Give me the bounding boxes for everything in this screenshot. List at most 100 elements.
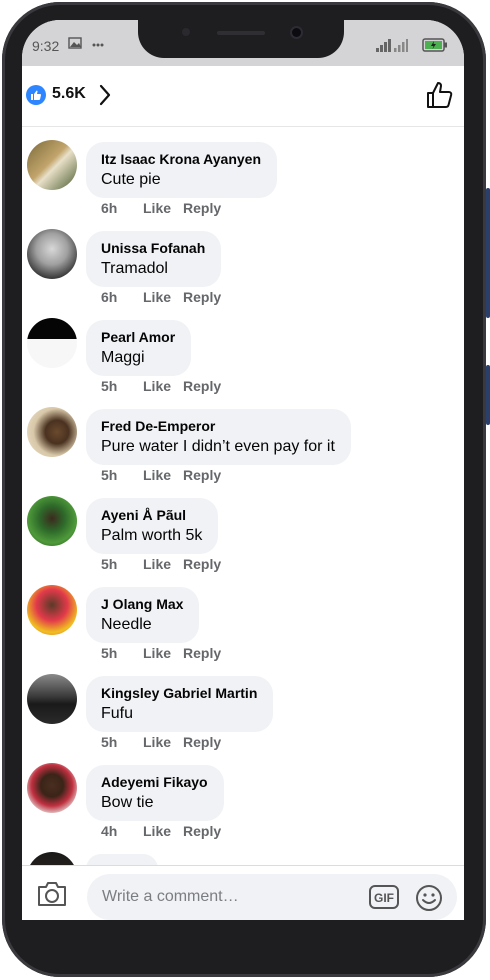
reactions-header: 5.6K [22, 66, 464, 127]
signal-icon [376, 39, 391, 52]
battery-icon [422, 38, 447, 52]
like-button[interactable]: Like [143, 467, 183, 483]
like-button[interactable]: Like [143, 645, 183, 661]
comment-text: Fufu [101, 705, 134, 722]
comment-author[interactable]: Pearl Amor [101, 327, 175, 347]
comment-bubble: Kingsley Gabriel Martin Fufu [86, 676, 274, 732]
gif-label: GIF [374, 891, 394, 905]
comment-composer: Write a comment… GIF [22, 865, 464, 920]
comment-item-partial [22, 852, 464, 865]
avatar[interactable] [27, 318, 77, 368]
comment-bubble: Ayeni Å Pãul Palm worth 5k [86, 498, 219, 554]
comment-item: Itz Isaac Krona Ayanyen Cute pie 6h Like R… [22, 140, 464, 229]
comment-time[interactable]: 6h [101, 200, 143, 216]
comment-author[interactable]: Itz Isaac Krona Ayanyen [101, 149, 261, 169]
comment-time[interactable]: 5h [101, 556, 143, 572]
comment-item: Unissa Fofanah Tramadol 6h Like Reply [22, 229, 464, 318]
like-count[interactable]: 5.6K [52, 85, 86, 103]
comment-author[interactable]: Fred De-Emperor [101, 416, 335, 436]
comment-text: Palm worth 5k [101, 527, 203, 544]
comment-bubble: Adeyemi Fikayo Bow tie [86, 765, 224, 821]
emoji-icon[interactable] [415, 884, 443, 912]
image-icon [68, 37, 82, 49]
like-button[interactable]: Like [143, 378, 183, 394]
avatar[interactable] [27, 229, 77, 279]
comment-text: Maggi [101, 349, 145, 366]
comment-bubble: J Olang Max Needle [86, 587, 200, 643]
avatar[interactable] [27, 496, 77, 546]
reply-button[interactable]: Reply [183, 289, 221, 305]
camera-icon[interactable] [36, 881, 68, 907]
avatar[interactable] [27, 585, 77, 635]
comment-time[interactable]: 5h [101, 378, 143, 394]
comment-time[interactable]: 4h [101, 823, 143, 839]
comment-actions: 6h Like Reply [101, 200, 221, 216]
comment-actions: 5h Like Reply [101, 645, 221, 661]
comment-item: Fred De-Emperor Pure water I didn’t even… [22, 407, 464, 496]
comment-actions: 4h Like Reply [101, 823, 221, 839]
screen: 9:32 5.6K Itz Isaac Krona Ayanyen Cute p… [22, 20, 464, 920]
gif-icon[interactable]: GIF [369, 885, 399, 909]
comment-text: Bow tie [101, 794, 154, 811]
avatar[interactable] [27, 140, 77, 190]
chevron-right-icon[interactable] [98, 83, 112, 107]
comment-author[interactable]: Ayeni Å Pãul [101, 505, 202, 525]
comment-bubble [86, 854, 158, 865]
like-button[interactable]: Like [143, 289, 183, 305]
like-reaction-icon [26, 85, 46, 105]
avatar[interactable] [27, 763, 77, 813]
comment-text: Needle [101, 616, 152, 633]
comment-item: J Olang Max Needle 5h Like Reply [22, 585, 464, 674]
comment-author[interactable]: Adeyemi Fikayo [101, 772, 208, 792]
comment-time[interactable]: 5h [101, 645, 143, 661]
comment-time[interactable]: 6h [101, 289, 143, 305]
reply-button[interactable]: Reply [183, 556, 221, 572]
comment-item: Kingsley Gabriel Martin Fufu 5h Like Reply [22, 674, 464, 763]
comment-author[interactable]: Kingsley Gabriel Martin [101, 683, 257, 703]
comment-actions: 6h Like Reply [101, 289, 221, 305]
front-camera [292, 28, 301, 37]
comment-input[interactable]: Write a comment… GIF [87, 874, 457, 920]
comment-author[interactable]: Unissa Fofanah [101, 238, 205, 258]
comment-actions: 5h Like Reply [101, 734, 221, 750]
comment-text: Cute pie [101, 171, 161, 188]
like-button[interactable]: Like [143, 556, 183, 572]
reply-button[interactable]: Reply [183, 823, 221, 839]
reply-button[interactable]: Reply [183, 645, 221, 661]
comment-text: Pure water I didn’t even pay for it [101, 438, 335, 455]
side-button [486, 188, 490, 318]
comment-item: Pearl Amor Maggi 5h Like Reply [22, 318, 464, 407]
comment-item: Adeyemi Fikayo Bow tie 4h Like Reply [22, 763, 464, 852]
reply-button[interactable]: Reply [183, 378, 221, 394]
reply-button[interactable]: Reply [183, 200, 221, 216]
sensor-dot [182, 28, 190, 36]
more-icon [92, 43, 104, 47]
comment-bubble: Unissa Fofanah Tramadol [86, 231, 222, 287]
speaker-grille [217, 31, 265, 35]
avatar[interactable] [27, 407, 77, 457]
comment-time[interactable]: 5h [101, 467, 143, 483]
avatar[interactable] [27, 852, 77, 865]
side-button [486, 365, 490, 425]
comment-placeholder: Write a comment… [102, 888, 239, 905]
comment-actions: 5h Like Reply [101, 467, 221, 483]
like-button[interactable]: Like [143, 734, 183, 750]
notch [138, 20, 344, 58]
reply-button[interactable]: Reply [183, 734, 221, 750]
like-button[interactable]: Like [143, 200, 183, 216]
comment-author[interactable]: J Olang Max [101, 594, 183, 614]
comment-time[interactable]: 5h [101, 734, 143, 750]
comment-bubble: Fred De-Emperor Pure water I didn’t even… [86, 409, 351, 465]
comment-actions: 5h Like Reply [101, 378, 221, 394]
comment-bubble: Pearl Amor Maggi [86, 320, 192, 376]
reply-button[interactable]: Reply [183, 467, 221, 483]
comments-list[interactable]: Itz Isaac Krona Ayanyen Cute pie 6h Like R… [22, 127, 464, 865]
like-button[interactable]: Like [143, 823, 183, 839]
comment-actions: 5h Like Reply [101, 556, 221, 572]
signal-icon [394, 39, 408, 52]
comment-text: Tramadol [101, 260, 168, 277]
thumbs-up-icon[interactable] [426, 81, 454, 109]
comment-item: Ayeni Å Pãul Palm worth 5k 5h Like Reply [22, 496, 464, 585]
comment-bubble: Itz Isaac Krona Ayanyen Cute pie [86, 142, 278, 198]
avatar[interactable] [27, 674, 77, 724]
